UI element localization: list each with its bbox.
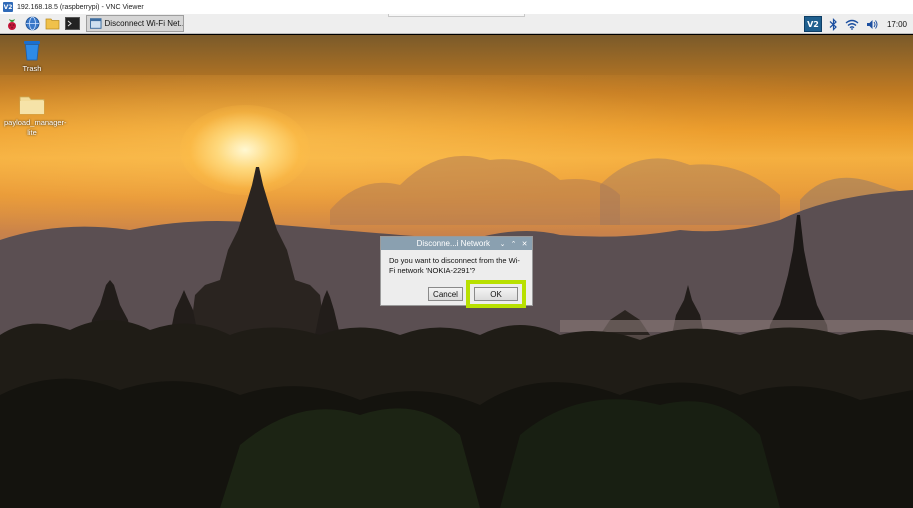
window-icon <box>90 18 102 29</box>
trash-icon <box>24 41 40 61</box>
disconnect-dialog: Disconne...i Network ⌄ ⌃ ✕ Do you want t… <box>380 236 533 308</box>
desktop-item-folder[interactable]: payload_manager-lite <box>0 94 67 138</box>
ok-button[interactable]: OK <box>474 287 518 301</box>
vnc-window-titlebar: V2 192.168.18.5 (raspberrypi) - VNC View… <box>0 0 913 14</box>
vnc-logo-icon: V2 <box>3 2 13 12</box>
terminal-icon[interactable] <box>64 16 80 32</box>
file-manager-icon[interactable] <box>44 16 60 32</box>
minimize-icon[interactable]: ⌄ <box>498 239 507 248</box>
window-title: 192.168.18.5 (raspberrypi) - VNC Viewer <box>17 3 144 11</box>
desktop-wallpaper: Trash payload_manager-lite Disconne...i … <box>0 35 913 508</box>
desktop-item-trash[interactable]: Trash <box>0 39 67 74</box>
ok-button-highlight: OK <box>466 280 526 308</box>
vnc-toolbar-handle[interactable] <box>388 14 525 17</box>
taskbar-window-label: Disconnect Wi-Fi Net... <box>104 19 183 28</box>
dialog-titlebar[interactable]: Disconne...i Network ⌄ ⌃ ✕ <box>381 237 532 250</box>
bluetooth-icon[interactable] <box>829 17 838 31</box>
taskbar: Disconnect Wi-Fi Net... V2 17:00 <box>0 14 913 34</box>
dialog-message: Do you want to disconnect from the Wi-Fi… <box>389 256 520 275</box>
taskbar-window-button[interactable]: Disconnect Wi-Fi Net... <box>86 15 184 32</box>
maximize-icon[interactable]: ⌃ <box>509 239 518 248</box>
dialog-buttons: Cancel OK <box>428 280 526 308</box>
vnc-tray-text: V2 <box>803 16 822 32</box>
system-tray: V2 17:00 <box>797 14 913 34</box>
folder-icon <box>19 96 45 115</box>
dialog-title: Disconne...i Network <box>416 239 490 248</box>
clock: 17:00 <box>886 19 907 29</box>
volume-icon[interactable] <box>866 19 879 30</box>
raspberry-menu-icon[interactable] <box>4 16 20 32</box>
wifi-icon[interactable] <box>845 19 859 30</box>
desktop-item-label: Trash <box>22 64 42 73</box>
close-icon[interactable]: ✕ <box>520 239 529 248</box>
web-browser-icon[interactable] <box>24 16 40 32</box>
vnc-icon[interactable]: V2 <box>803 16 822 32</box>
cancel-button[interactable]: Cancel <box>428 287 463 301</box>
desktop-item-label: payload_manager-lite <box>4 118 67 137</box>
